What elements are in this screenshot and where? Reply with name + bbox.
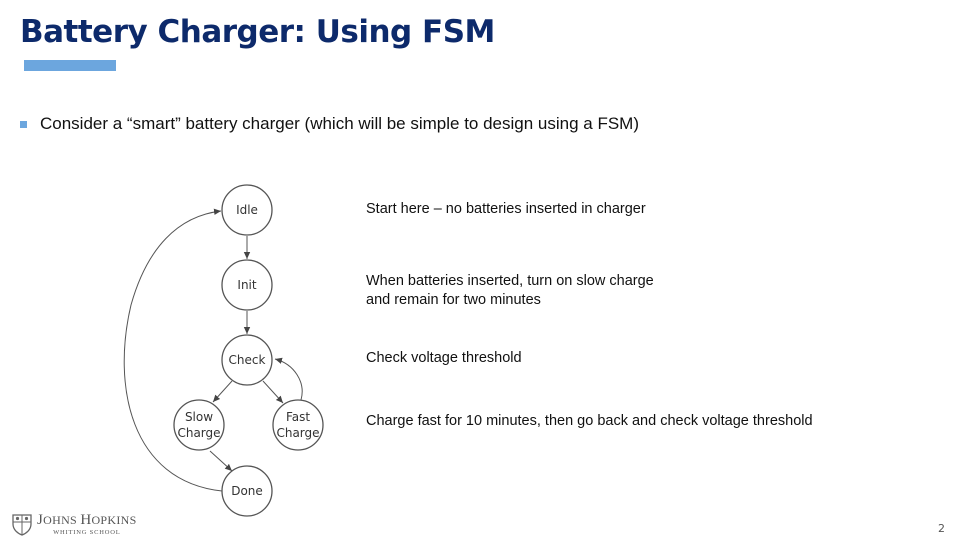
state-slow-charge-circle: [173, 399, 225, 451]
state-check-label: Check: [229, 353, 266, 367]
shield-icon: [12, 514, 32, 536]
edge-slow-charge-to-done: [209, 450, 233, 472]
logo-name-part-2: OPKINS: [91, 513, 137, 527]
note-init-line1: When batteries inserted, turn on slow ch…: [366, 273, 654, 289]
state-fast-charge-label-line1: Fast: [286, 410, 310, 424]
logo-subtitle: WHITING SCHOOL: [53, 529, 121, 536]
state-fast-charge-label-line2: Charge: [276, 426, 319, 440]
state-fast-charge-circle: [272, 399, 324, 451]
state-done: Done: [221, 465, 273, 517]
jhu-logo: JOHNS HOPKINS WHITING SCHOOL: [12, 513, 137, 537]
edge-fast-charge-to-check: [274, 357, 303, 401]
state-done-label: Done: [231, 484, 263, 498]
page-number: 2: [938, 522, 945, 535]
edge-check-to-fast-charge: [262, 380, 284, 404]
state-slow-charge-label-line2: Charge: [177, 426, 220, 440]
state-slow-charge: Slow Charge: [173, 399, 225, 451]
state-init: Init: [221, 259, 273, 311]
note-check: Check voltage threshold: [366, 350, 522, 366]
note-init: When batteries inserted, turn on slow ch…: [366, 272, 654, 310]
logo-name: JOHNS HOPKINS: [37, 513, 137, 528]
state-init-label: Init: [237, 278, 256, 292]
edge-check-to-slow-charge: [212, 380, 233, 403]
logo-name-part-1: OHNS: [43, 513, 81, 527]
state-fast-charge: Fast Charge: [272, 399, 324, 451]
state-idle: Idle: [221, 184, 273, 236]
note-idle: Start here – no batteries inserted in ch…: [366, 201, 646, 217]
state-slow-charge-label-line1: Slow: [185, 410, 213, 424]
state-idle-label: Idle: [236, 203, 258, 217]
note-fast-charge: Charge fast for 10 minutes, then go back…: [366, 413, 813, 429]
state-check: Check: [221, 334, 273, 386]
logo-text: JOHNS HOPKINS WHITING SCHOOL: [37, 513, 137, 537]
note-init-line2: and remain for two minutes: [366, 292, 541, 308]
logo-initial-2: H: [80, 512, 92, 528]
fsm-diagram: Idle Init Check Slow Charge Fast Charge …: [123, 184, 324, 517]
